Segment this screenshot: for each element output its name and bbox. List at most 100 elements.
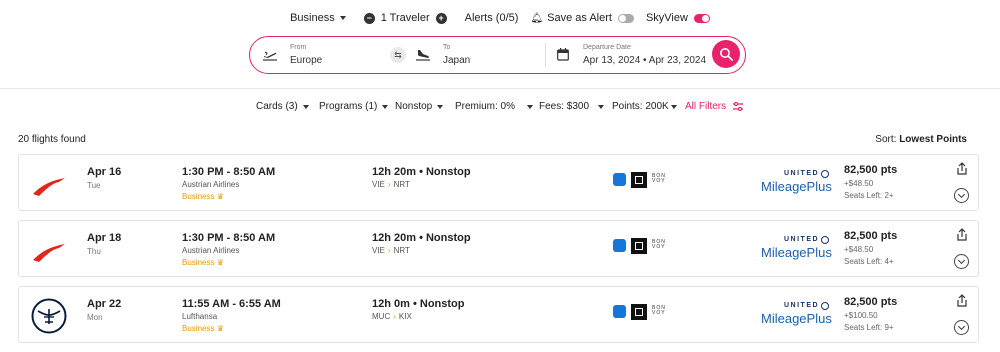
chase-icon bbox=[613, 173, 626, 186]
filter-programs-label: Programs (1) bbox=[319, 101, 378, 112]
save-alert-label: Save as Alert bbox=[547, 12, 612, 24]
cabin-dropdown[interactable]: Business bbox=[290, 12, 346, 24]
from-field[interactable]: From Europe bbox=[250, 37, 390, 72]
cabin-label: Business bbox=[290, 12, 335, 24]
filter-cards[interactable]: Cards (3) bbox=[256, 101, 309, 112]
flight-weekday: Mon bbox=[87, 313, 103, 322]
flight-weekday: Thu bbox=[87, 247, 101, 256]
chase-icon bbox=[613, 239, 626, 252]
alerts-label: Alerts (0/5) bbox=[464, 12, 519, 24]
skyview-switch[interactable] bbox=[693, 13, 710, 23]
origin-code: VIE bbox=[372, 246, 385, 255]
cabin-class-label: Business bbox=[182, 192, 215, 201]
header-divider bbox=[0, 88, 1000, 89]
crown-icon: ♛ bbox=[216, 258, 224, 267]
crown-icon: ♛ bbox=[216, 192, 224, 201]
flight-duration: 12h 0m • Nonstop bbox=[372, 298, 465, 310]
skyview-label: SkyView bbox=[645, 12, 688, 24]
cabin-class: Business ♛ bbox=[182, 324, 224, 333]
flight-times: 1:30 PM - 8:50 AM bbox=[182, 166, 276, 178]
departure-date-label: Departure Date bbox=[583, 44, 631, 51]
bonvoy-icon: BON VOY bbox=[652, 239, 666, 250]
flight-duration: 12h 20m • Nonstop bbox=[372, 232, 471, 244]
departure-date-value: Apr 13, 2024 • Apr 23, 2024 bbox=[583, 55, 707, 66]
chevron-down-icon bbox=[670, 104, 677, 109]
save-alert-switch[interactable] bbox=[617, 13, 634, 23]
flight-duration: 12h 20m • Nonstop bbox=[372, 166, 471, 178]
traveler-stepper: − 1 Traveler + bbox=[358, 12, 453, 24]
share-icon[interactable] bbox=[955, 294, 969, 308]
bilt-icon bbox=[631, 304, 647, 320]
bilt-icon bbox=[631, 238, 647, 254]
filter-premium[interactable]: Premium: 0% bbox=[455, 101, 534, 112]
seats-left: Seats Left: 9+ bbox=[844, 323, 894, 332]
filter-fees[interactable]: Fees: $300 bbox=[539, 101, 605, 112]
alerts-link[interactable]: Alerts (0/5) bbox=[465, 12, 519, 24]
share-icon[interactable] bbox=[955, 162, 969, 176]
globe-icon bbox=[821, 302, 829, 310]
filter-stops[interactable]: Nonstop bbox=[395, 101, 444, 112]
airline-name: Austrian Airlines bbox=[182, 246, 240, 255]
flight-date: Apr 16 bbox=[87, 166, 122, 178]
cabin-class-label: Business bbox=[182, 324, 215, 333]
cabin-class: Business ♛ bbox=[182, 258, 224, 267]
seats-left: Seats Left: 4+ bbox=[844, 257, 894, 266]
mileageplus-wordmark: MileagePlus bbox=[761, 245, 832, 260]
cash-fee: +$48.50 bbox=[844, 245, 874, 254]
filter-cards-label: Cards (3) bbox=[256, 101, 298, 112]
cash-fee: +$100.50 bbox=[844, 311, 878, 320]
chase-icon bbox=[613, 305, 626, 318]
minus-icon[interactable]: − bbox=[363, 12, 375, 24]
cabin-class-label: Business bbox=[182, 258, 215, 267]
mileageplus-wordmark: MileagePlus bbox=[761, 311, 832, 326]
dest-code: NRT bbox=[393, 180, 410, 189]
austrian-logo bbox=[33, 178, 65, 196]
flight-card[interactable]: Apr 18 Thu 1:30 PM - 8:50 AM Austrian Ai… bbox=[18, 220, 979, 277]
from-label: From bbox=[290, 44, 307, 51]
calendar-icon bbox=[557, 48, 569, 61]
flight-card[interactable]: Apr 22 Mon 11:55 AM - 6:55 AM Lufthansa … bbox=[18, 286, 979, 343]
united-wordmark: UNITED bbox=[784, 302, 820, 309]
to-field[interactable]: To Japan bbox=[410, 37, 545, 72]
united-wordmark: UNITED bbox=[784, 236, 820, 243]
filter-programs[interactable]: Programs (1) bbox=[319, 101, 389, 112]
chevron-down-icon bbox=[437, 104, 444, 109]
swap-icon[interactable]: ⇆ bbox=[390, 47, 406, 63]
search-button[interactable] bbox=[712, 40, 740, 68]
filter-stops-label: Nonstop bbox=[395, 101, 433, 112]
share-icon[interactable] bbox=[955, 228, 969, 242]
departure-date-field[interactable]: Departure Date Apr 13, 2024 • Apr 23, 20… bbox=[546, 37, 706, 72]
chevron-down-icon bbox=[339, 16, 346, 20]
chevron-down-icon bbox=[302, 104, 309, 109]
expand-chevron-icon[interactable] bbox=[954, 320, 969, 335]
bilt-icon bbox=[631, 172, 647, 188]
dest-code: KIX bbox=[398, 312, 412, 321]
to-label: To bbox=[443, 44, 451, 51]
skyview-toggle[interactable]: SkyView bbox=[646, 12, 710, 24]
all-filters-button[interactable]: All Filters bbox=[685, 101, 744, 112]
top-controls: Business − 1 Traveler + Alerts (0/5) 🔔︎ … bbox=[0, 8, 1000, 28]
flight-weekday: Tue bbox=[87, 181, 101, 190]
plus-icon[interactable]: + bbox=[435, 12, 447, 24]
traveler-count: 1 Traveler bbox=[380, 12, 430, 24]
flight-times: 1:30 PM - 8:50 AM bbox=[182, 232, 276, 244]
chevron-down-icon bbox=[382, 104, 389, 109]
expand-chevron-icon[interactable] bbox=[954, 188, 969, 203]
dest-code: NRT bbox=[393, 246, 410, 255]
flight-card[interactable]: Apr 16 Tue 1:30 PM - 8:50 AM Austrian Ai… bbox=[18, 154, 979, 211]
filter-fees-label: Fees: $300 bbox=[539, 101, 590, 112]
filter-points-label: Points: 200K bbox=[612, 101, 669, 112]
globe-icon bbox=[821, 236, 829, 244]
flight-route: VIE › NRT bbox=[372, 180, 410, 189]
chevron-down-icon bbox=[598, 104, 605, 109]
save-alert-toggle[interactable]: 🔔︎ Save as Alert bbox=[530, 12, 634, 24]
sort-value: Lowest Points bbox=[899, 134, 967, 145]
to-value: Japan bbox=[443, 55, 471, 66]
cash-fee: +$48.50 bbox=[844, 179, 874, 188]
bonvoy-icon: BON VOY bbox=[652, 305, 666, 316]
sort-control[interactable]: Sort: Lowest Points bbox=[875, 134, 967, 145]
airline-name: Austrian Airlines bbox=[182, 180, 240, 189]
flight-route: MUC › KIX bbox=[372, 312, 412, 321]
expand-chevron-icon[interactable] bbox=[954, 254, 969, 269]
filter-points[interactable]: Points: 200K bbox=[612, 101, 677, 112]
